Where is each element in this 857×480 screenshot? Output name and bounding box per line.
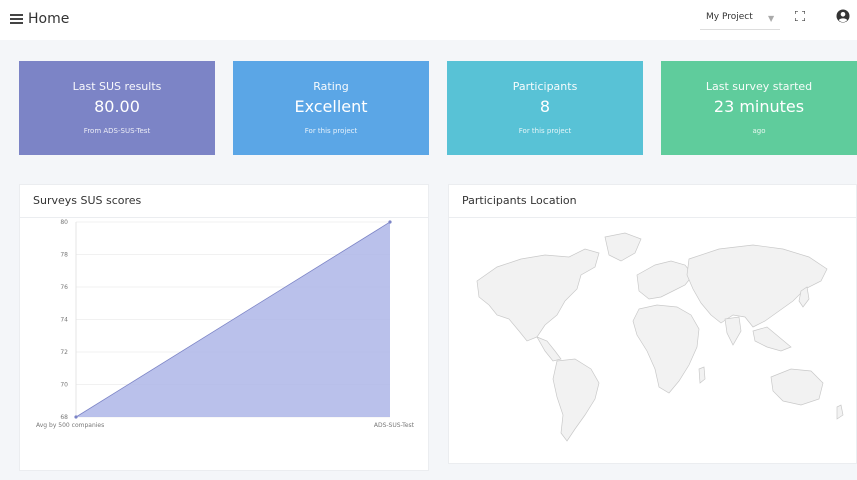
card-value: 23 minutes xyxy=(713,97,805,116)
europe-region xyxy=(636,260,694,300)
y-tick-label: 78 xyxy=(60,252,68,259)
north-america-region xyxy=(476,248,600,342)
card-participants: Participants 8 For this project xyxy=(447,61,643,155)
y-tick-label: 70 xyxy=(60,382,68,389)
madagascar-region xyxy=(698,366,706,384)
greenland-region xyxy=(604,232,642,262)
y-tick-label: 72 xyxy=(60,349,68,356)
project-select[interactable]: My Project ▼ xyxy=(700,8,780,30)
card-title: Last SUS results xyxy=(72,80,162,93)
central-america-region xyxy=(536,336,562,362)
card-last-sus-results: Last SUS results 80.00 From ADS-SUS-Test xyxy=(19,61,215,155)
top-bar: Home My Project ▼ xyxy=(0,0,857,40)
card-value: 8 xyxy=(539,97,551,116)
data-point[interactable] xyxy=(388,220,392,224)
card-value: Excellent xyxy=(294,97,368,116)
y-tick-label: 74 xyxy=(60,317,68,324)
panel-header: Surveys SUS scores xyxy=(20,185,428,218)
australia-region xyxy=(770,368,824,406)
card-subtitle: For this project xyxy=(518,127,572,135)
africa-region xyxy=(632,304,700,394)
sus-scores-panel: Surveys SUS scores 80 78 76 74 72 70 68 Avg by … xyxy=(19,184,429,471)
account-icon[interactable] xyxy=(836,9,850,23)
card-title: Participants xyxy=(512,80,578,93)
card-title: Last survey started xyxy=(705,80,813,93)
card-value: 80.00 xyxy=(94,97,140,116)
chevron-down-icon: ▼ xyxy=(768,14,775,23)
panel-title: Surveys SUS scores xyxy=(33,194,142,207)
card-title: Rating xyxy=(313,80,349,93)
card-rating: Rating Excellent For this project xyxy=(233,61,429,155)
x-category-label: ADS-SUS-Test xyxy=(374,422,415,429)
y-tick-label: 76 xyxy=(60,284,68,291)
new-zealand-region xyxy=(836,404,844,420)
hamburger-menu-icon[interactable] xyxy=(10,14,23,25)
card-subtitle: For this project xyxy=(304,127,358,135)
south-america-region xyxy=(552,358,600,442)
card-subtitle: From ADS-SUS-Test xyxy=(83,127,151,135)
page-title: Home xyxy=(28,11,70,27)
panel-header: Participants Location xyxy=(449,185,856,218)
panel-title: Participants Location xyxy=(462,194,577,207)
asia-region xyxy=(686,244,828,328)
southeast-asia-region xyxy=(752,326,792,352)
x-category-label: Avg by 500 companies xyxy=(36,422,104,429)
y-tick-label: 80 xyxy=(60,219,68,226)
y-tick-label: 68 xyxy=(60,414,68,421)
fullscreen-icon[interactable] xyxy=(795,11,805,21)
card-subtitle: ago xyxy=(752,127,766,135)
card-last-survey-started: Last survey started 23 minutes ago xyxy=(661,61,857,155)
sus-scores-chart: 80 78 76 74 72 70 68Avg by 500 companies ADS-SU… xyxy=(36,219,415,429)
participants-location-panel: Participants Location xyxy=(448,184,857,464)
project-select-value: My Project xyxy=(706,12,753,22)
world-map[interactable] xyxy=(449,219,856,463)
india-region xyxy=(724,316,742,346)
data-point[interactable] xyxy=(74,415,78,419)
